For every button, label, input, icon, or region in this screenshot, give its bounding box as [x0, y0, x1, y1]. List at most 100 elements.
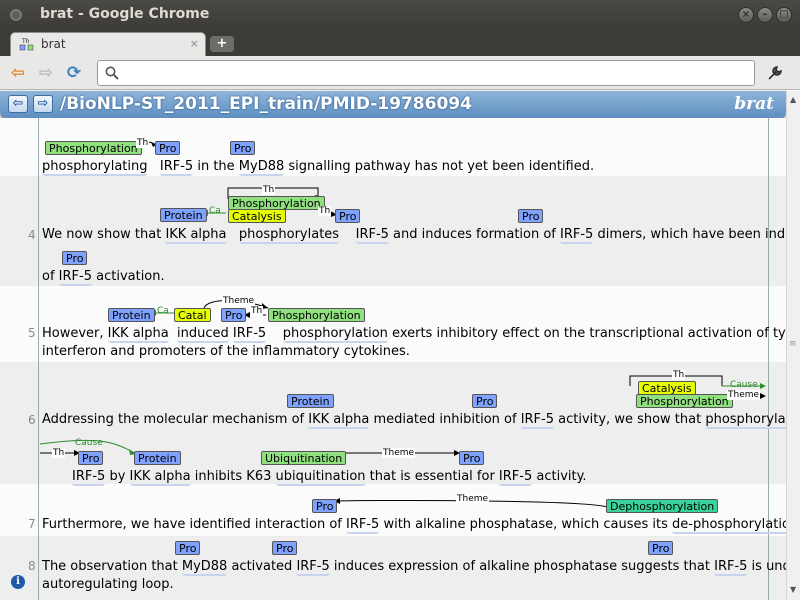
address-input[interactable] [122, 64, 742, 82]
span-protein[interactable]: Pro [472, 394, 498, 408]
annotated-span[interactable]: IRF-5 [232, 326, 267, 343]
new-tab-button[interactable]: + [210, 36, 234, 52]
arc-label-cause[interactable]: Cause [729, 380, 759, 390]
span-catalysis[interactable]: Catal [174, 308, 211, 322]
span-protein[interactable]: Pro [312, 499, 338, 513]
annotated-span[interactable]: phosphorylates [238, 227, 340, 244]
prev-document-button[interactable]: ⇦ [8, 95, 28, 113]
arc-label-cause[interactable]: Ca [208, 206, 222, 216]
annotated-span[interactable]: MyD88 [238, 159, 285, 176]
span-protein[interactable]: Pro [155, 141, 181, 155]
annotated-span[interactable]: de-phosphorylation [672, 517, 786, 534]
span-protein[interactable]: Pro [62, 251, 88, 265]
vertical-scrollbar[interactable]: ▲ ≡ ▼ [786, 91, 800, 600]
next-document-button[interactable]: ⇨ [33, 95, 53, 113]
span-protein[interactable]: Pro [518, 209, 544, 223]
plain-text: and induces formation of [388, 227, 561, 242]
annotated-span[interactable]: IKK alpha [107, 326, 169, 343]
arc-label-cause[interactable]: Ca [156, 306, 170, 316]
minimize-window-button[interactable]: – [757, 7, 773, 23]
info-icon[interactable]: i [11, 575, 25, 589]
arc-label-theme[interactable]: Th [318, 206, 332, 216]
annotated-span[interactable]: phosphorylation [282, 326, 388, 343]
span-protein[interactable]: Pro [459, 451, 485, 465]
arc-label-theme[interactable]: Th [136, 138, 150, 148]
annotated-span[interactable]: phosphorylation [705, 412, 786, 429]
span-catalysis[interactable]: Catalysis [638, 381, 696, 395]
span-catalysis[interactable]: Catalysis [228, 209, 286, 223]
annotated-span[interactable]: IRF-5 [714, 559, 748, 576]
maximize-window-button[interactable]: □ [776, 7, 792, 23]
address-bar[interactable] [97, 60, 755, 86]
annotated-span[interactable]: IRF-5 [520, 412, 554, 429]
scroll-up-icon[interactable]: ▲ [790, 95, 796, 104]
close-window-button[interactable]: × [738, 7, 754, 23]
plain-text: interferon and promoters of the inflamma… [42, 344, 410, 359]
arc-label-theme[interactable]: Th [250, 306, 264, 316]
back-icon[interactable]: ⇦ [8, 63, 28, 83]
plain-text: Furthermore, we have identified interact… [42, 517, 347, 532]
tab-close-icon[interactable]: × [190, 37, 199, 50]
arc-label-theme[interactable]: Th [52, 448, 66, 458]
plain-text: induces expression of alkaline phosphata… [329, 559, 715, 574]
span-protein[interactable]: Pro [175, 541, 201, 555]
annotated-span[interactable]: IRF-5 [498, 469, 533, 486]
span-protein[interactable]: Pro [221, 308, 247, 322]
annotated-span[interactable]: IRF-5 [560, 227, 594, 244]
plain-text: activated [227, 559, 297, 574]
annotated-span[interactable]: ubiquitination [275, 469, 366, 486]
span-protein[interactable]: Pro [335, 209, 361, 223]
span-phosphorylation[interactable]: Phosphorylation [268, 308, 365, 322]
annotated-span[interactable]: IKK alpha [129, 469, 191, 486]
span-phosphorylation[interactable]: Phosphorylation [45, 141, 142, 155]
annotated-span[interactable]: phosphorylating [42, 159, 148, 176]
arc-label-theme[interactable]: Theme [727, 390, 761, 400]
span-protein[interactable]: Pro [78, 451, 104, 465]
arc-label-theme[interactable]: Th [262, 185, 276, 195]
plain-text: The observation that [42, 559, 182, 574]
search-icon [105, 66, 119, 80]
annotated-span[interactable]: IRF-5 [58, 269, 92, 286]
annotated-span[interactable]: IRF-5 [355, 227, 389, 244]
span-ubiquitination[interactable]: Ubiquitination [261, 451, 347, 465]
tab-brat[interactable]: Th brat × [10, 32, 206, 56]
arc-label-theme[interactable]: Th [672, 370, 686, 380]
sentence-text: phosphorylating IRF-5 in the MyD88 signa… [42, 159, 594, 176]
annotated-span[interactable]: induced [177, 326, 229, 343]
scroll-thumb[interactable]: ≡ [789, 339, 797, 349]
span-dephosphorylation[interactable]: Dephosphorylation [606, 499, 719, 513]
plain-text: We now show that [42, 227, 166, 242]
wrench-icon[interactable] [766, 64, 784, 82]
scroll-down-icon[interactable]: ▼ [790, 585, 796, 594]
forward-icon[interactable]: ⇨ [36, 63, 56, 83]
span-phosphorylation[interactable]: Phosphorylation [636, 394, 733, 408]
annotated-span[interactable]: IRF-5 [159, 159, 194, 176]
arc-label-theme[interactable]: Theme [222, 296, 256, 306]
span-protein[interactable]: Pro [272, 541, 298, 555]
span-phosphorylation[interactable]: Phosphorylation [228, 196, 325, 210]
arc-label-cause[interactable]: Cause [74, 438, 104, 448]
span-protein[interactable]: Protein [160, 208, 207, 222]
span-protein[interactable]: Protein [287, 394, 334, 408]
annotated-span[interactable]: IRF-5 [72, 469, 106, 486]
annotated-span[interactable]: IKK alpha [165, 227, 227, 244]
arc-label-theme[interactable]: Theme [382, 448, 416, 458]
browser-toolbar: ⇦ ⇨ ⟳ [0, 56, 800, 90]
plain-text: activation. [91, 269, 165, 284]
arc-label-theme[interactable]: Theme [456, 494, 490, 504]
brat-logo: brat [734, 94, 774, 114]
document-path[interactable]: /BioNLP-ST_2011_EPI_train/PMID-19786094 [60, 94, 472, 114]
span-protein[interactable]: Pro [648, 541, 674, 555]
span-protein[interactable]: Protein [108, 308, 155, 322]
annotated-span[interactable]: IKK alpha [308, 412, 370, 429]
annotated-span[interactable]: IRF-5 [346, 517, 380, 534]
brat-favicon-icon: Th [19, 38, 34, 51]
annotated-span[interactable]: MyD88 [181, 559, 228, 576]
span-protein[interactable]: Pro [230, 141, 256, 155]
span-protein[interactable]: Protein [134, 451, 181, 465]
reload-icon[interactable]: ⟳ [64, 63, 84, 83]
plain-text: by [105, 469, 130, 484]
annotated-span[interactable]: IRF-5 [296, 559, 330, 576]
plain-text [147, 159, 151, 174]
annotation-document: Phosphorylation Th Pro Pro phosphorylati… [0, 118, 786, 600]
